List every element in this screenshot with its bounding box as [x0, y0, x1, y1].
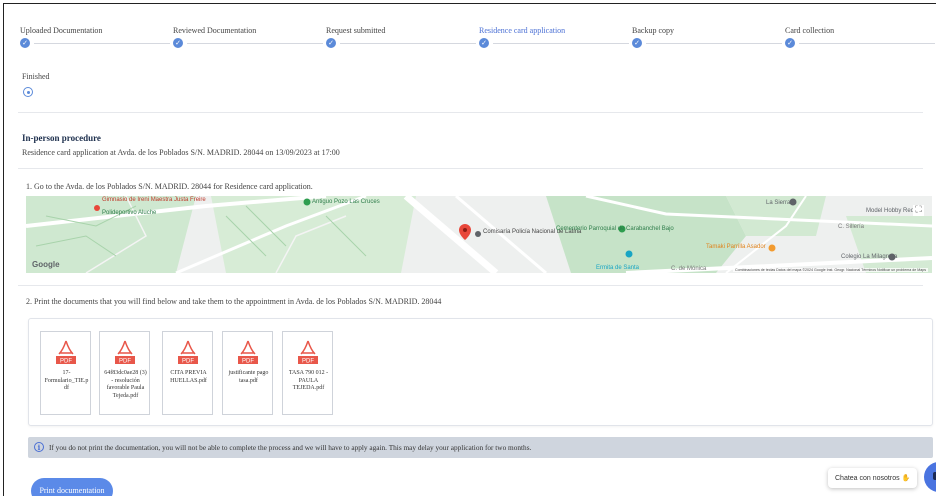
- step-backup-copy: Backup copy ✓: [632, 26, 784, 48]
- check-icon: ✓: [20, 38, 30, 48]
- map-label: Tamaki Parrilla Asador: [706, 244, 766, 250]
- pdf-icon: PDF: [56, 340, 76, 365]
- step-connector: [493, 43, 629, 44]
- step-finished-label: Finished: [22, 72, 50, 81]
- map-canvas: [26, 196, 932, 273]
- svg-text:PDF: PDF: [60, 359, 72, 365]
- fullscreen-icon[interactable]: ⛶: [913, 205, 924, 216]
- document-card[interactable]: PDF CITA PREVIA HUELLAS.pdf: [162, 331, 213, 415]
- svg-text:PDF: PDF: [119, 359, 131, 365]
- check-icon: ✓: [326, 38, 336, 48]
- map-label: Antiguo Pozo Las Cruces: [312, 199, 380, 205]
- map-embed[interactable]: Gimnasio de Ireni Maestra Justa Freire P…: [26, 196, 932, 273]
- map-label: Model Hobby Red: [866, 208, 915, 214]
- google-logo: Google: [32, 260, 60, 269]
- appointment-summary: Residence card application at Avda. de l…: [22, 148, 340, 157]
- chat-button[interactable]: Chatea con nosotros ✋: [828, 468, 917, 488]
- chat-bubble-icon: [933, 472, 936, 480]
- map-label: Colegio La Milagrosa: [841, 254, 898, 260]
- page-frame: Uploaded Documentation ✓ Reviewed Docume…: [3, 3, 936, 496]
- pdf-icon: PDF: [178, 340, 198, 365]
- map-label: C. de Mónica: [671, 266, 707, 272]
- check-icon: ✓: [785, 38, 795, 48]
- document-name: TASA 790 012 - PAULA TEJEDA.pdf: [288, 370, 329, 391]
- document-card[interactable]: PDF 64f83dc0ae28 (3) - resolución favora…: [99, 331, 150, 415]
- map-label: C. Sillería: [838, 224, 865, 230]
- step-card-collection: Card collection ✓: [785, 26, 936, 48]
- map-label: Ermita de Santa: [596, 265, 640, 271]
- warning-banner: i If you do not print the documentation,…: [28, 437, 933, 458]
- step-connector: [799, 43, 935, 44]
- step-label: Request submitted: [326, 26, 386, 35]
- svg-text:PDF: PDF: [302, 359, 314, 365]
- step-connector: [34, 43, 170, 44]
- print-documentation-button[interactable]: Print documentation: [31, 478, 113, 496]
- pdf-icon: PDF: [238, 340, 258, 365]
- location-pin-icon: [459, 224, 471, 240]
- document-name: justificante pago tasa.pdf: [228, 370, 269, 384]
- check-icon: ✓: [479, 38, 489, 48]
- map-label: Cementerio Parroquial de Carabanchel Baj…: [556, 226, 674, 232]
- instruction-step-2: 2. Print the documents that you will fin…: [26, 297, 442, 306]
- documents-panel: PDF 17-Formulario_TIE.pdf PDF 64f83dc0ae…: [28, 318, 933, 426]
- pdf-icon: PDF: [298, 340, 318, 365]
- chat-launcher[interactable]: [924, 462, 936, 492]
- map-label: La Sierra: [766, 200, 791, 206]
- step-label: Residence card application: [479, 26, 566, 35]
- document-card[interactable]: PDF justificante pago tasa.pdf: [222, 331, 273, 415]
- step-uploaded-documentation: Uploaded Documentation ✓: [20, 26, 172, 48]
- divider: [18, 168, 923, 169]
- svg-text:PDF: PDF: [182, 359, 194, 365]
- document-name: 17-Formulario_TIE.pdf: [44, 370, 89, 391]
- step-connector: [340, 43, 476, 44]
- check-icon: ✓: [173, 38, 183, 48]
- map-label: Gimnasio de Ireni Maestra Justa Freire: [102, 197, 206, 203]
- warning-text: If you do not print the documentation, y…: [49, 443, 532, 452]
- step-reviewed-documentation: Reviewed Documentation ✓: [173, 26, 325, 48]
- document-card[interactable]: PDF TASA 790 012 - PAULA TEJEDA.pdf: [282, 331, 333, 415]
- document-name: CITA PREVIA HUELLAS.pdf: [170, 370, 207, 384]
- step-label: Reviewed Documentation: [173, 26, 257, 35]
- map-label: Polideportivo Aluche: [102, 210, 157, 216]
- step-residence-card-application: Residence card application ✓: [479, 26, 631, 48]
- step-label: Card collection: [785, 26, 835, 35]
- step-connector: [187, 43, 323, 44]
- step-request-submitted: Request submitted ✓: [326, 26, 478, 48]
- step-label: Backup copy: [632, 26, 674, 35]
- step-connector: [646, 43, 782, 44]
- svg-text:PDF: PDF: [242, 359, 254, 365]
- document-card[interactable]: PDF 17-Formulario_TIE.pdf: [40, 331, 91, 415]
- document-name: 64f83dc0ae28 (3) - resolución favorable …: [104, 370, 147, 399]
- wave-hand-icon: ✋: [901, 474, 911, 482]
- divider: [18, 112, 923, 113]
- check-icon: ✓: [632, 38, 642, 48]
- chat-label: Chatea con nosotros: [835, 475, 900, 482]
- divider: [18, 285, 923, 286]
- instruction-step-1: 1. Go to the Avda. de los Poblados S/N. …: [26, 182, 313, 191]
- step-label: Uploaded Documentation: [20, 26, 103, 35]
- section-title: In-person procedure: [22, 133, 101, 143]
- pdf-icon: PDF: [115, 340, 135, 365]
- radio-icon: [23, 87, 33, 97]
- progress-steps: Uploaded Documentation ✓ Reviewed Docume…: [20, 26, 935, 48]
- map-attribution[interactable]: Combinaciones de teclas Datos del mapa ©…: [733, 268, 928, 272]
- info-icon: i: [34, 442, 44, 452]
